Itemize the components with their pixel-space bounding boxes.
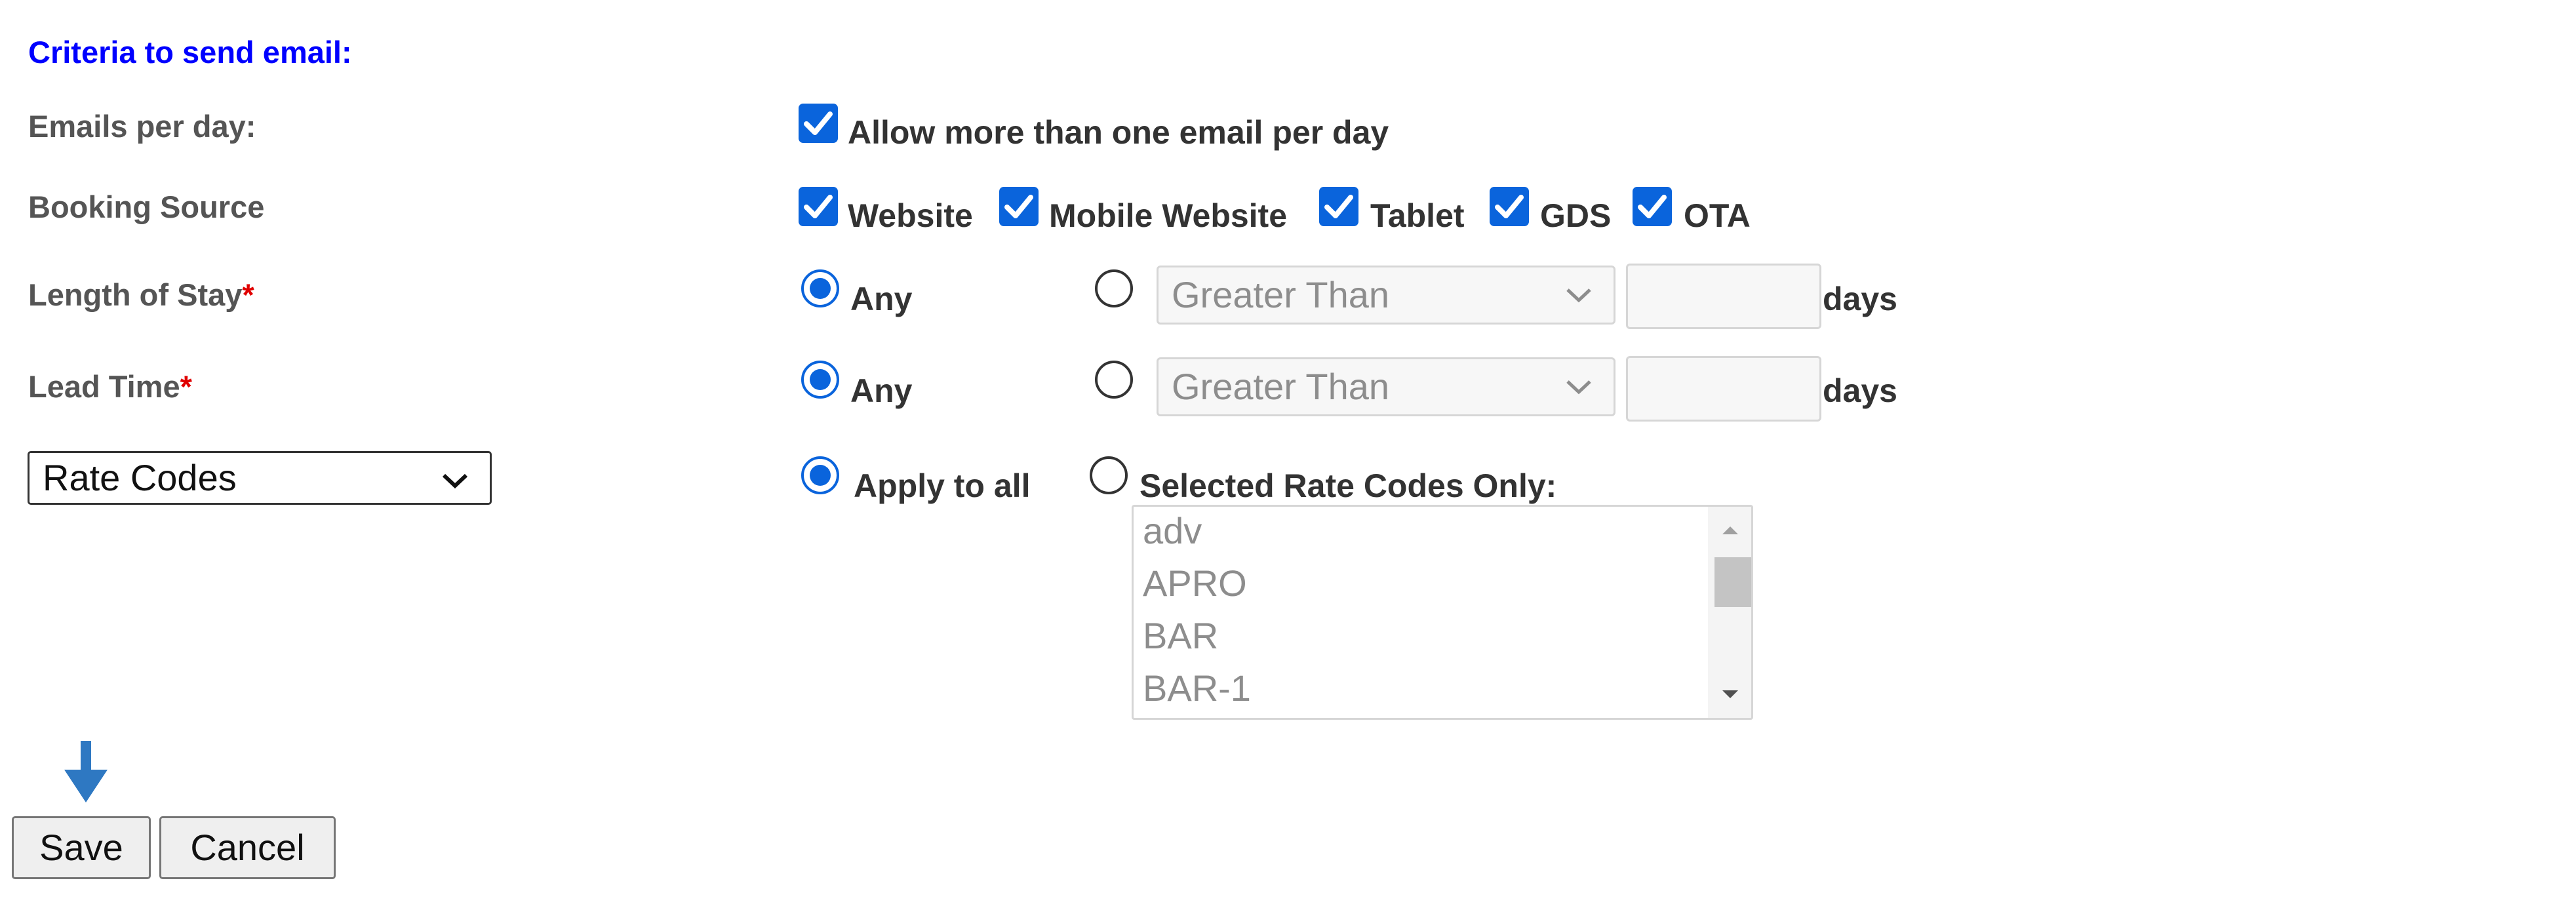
booking-source-ota-label: OTA [1684, 197, 1751, 234]
checkmark-icon [1004, 195, 1033, 218]
listbox-scrollbar[interactable] [1708, 507, 1751, 718]
length-of-stay-unit: days [1823, 281, 1897, 317]
booking-source-mobile-website-label: Mobile Website [1049, 197, 1288, 234]
booking-source-website-checkbox[interactable] [799, 187, 838, 226]
list-item[interactable]: BAR-1 [1143, 662, 1251, 715]
length-of-stay-text: Length of Stay [28, 277, 243, 312]
rate-codes-select-value: Rate Codes [43, 457, 237, 498]
cancel-button[interactable]: Cancel [159, 816, 336, 879]
list-item[interactable]: APRO [1143, 557, 1247, 610]
scroll-down-icon[interactable] [1720, 688, 1741, 701]
booking-source-tablet-checkbox[interactable] [1319, 187, 1358, 226]
lead-time-any-label: Any [850, 372, 913, 409]
checkmark-icon [1324, 195, 1353, 218]
emails-per-day-label: Emails per day: [28, 109, 256, 144]
rate-codes-selected-only-label: Selected Rate Codes Only: [1139, 467, 1557, 504]
scroll-up-icon[interactable] [1720, 524, 1741, 537]
checkmark-icon [1638, 195, 1667, 218]
length-of-stay-days-input[interactable] [1626, 264, 1821, 329]
lead-time-comparison-select[interactable]: Greater Than [1157, 357, 1615, 416]
rate-codes-selected-only-radio[interactable] [1090, 456, 1128, 494]
length-of-stay-compare-radio[interactable] [1095, 269, 1133, 307]
rate-codes-listbox[interactable]: adv APRO BAR BAR-1 [1132, 505, 1753, 720]
save-button[interactable]: Save [12, 816, 151, 879]
lead-time-comparison-value: Greater Than [1172, 366, 1390, 407]
rate-codes-apply-all-radio[interactable] [801, 456, 839, 494]
chevron-down-icon [442, 473, 468, 489]
length-of-stay-comparison-value: Greater Than [1172, 274, 1390, 315]
length-of-stay-comparison-select[interactable]: Greater Than [1157, 266, 1615, 325]
list-item[interactable]: adv [1143, 507, 1202, 557]
chevron-down-icon [1566, 380, 1591, 395]
lead-time-any-radio[interactable] [801, 361, 839, 399]
rate-codes-apply-all-label: Apply to all [854, 467, 1031, 504]
booking-source-gds-checkbox[interactable] [1490, 187, 1529, 226]
arrow-down-icon [64, 741, 108, 802]
length-of-stay-any-radio[interactable] [801, 269, 839, 307]
chevron-down-icon [1566, 288, 1591, 303]
booking-source-tablet-label: Tablet [1370, 197, 1465, 234]
allow-multiple-emails-label: Allow more than one email per day [848, 114, 1389, 151]
section-title: Criteria to send email: [28, 35, 352, 69]
booking-source-website-label: Website [848, 197, 973, 234]
lead-time-days-input[interactable] [1626, 356, 1821, 422]
booking-source-label: Booking Source [28, 189, 265, 224]
lead-time-label: Lead Time* [28, 368, 192, 405]
rate-codes-select[interactable]: Rate Codes [28, 451, 492, 505]
lead-time-compare-radio[interactable] [1095, 361, 1133, 399]
lead-time-unit: days [1823, 372, 1897, 409]
required-mark: * [180, 369, 192, 404]
required-mark: * [242, 277, 254, 312]
lead-time-text: Lead Time [28, 369, 180, 404]
checkmark-icon [804, 195, 833, 218]
booking-source-ota-checkbox[interactable] [1633, 187, 1672, 226]
length-of-stay-any-label: Any [850, 281, 913, 317]
length-of-stay-label: Length of Stay* [28, 277, 254, 313]
booking-source-mobile-website-checkbox[interactable] [999, 187, 1039, 226]
booking-source-gds-label: GDS [1540, 197, 1612, 234]
scrollbar-thumb[interactable] [1714, 557, 1751, 607]
checkmark-icon [1495, 195, 1524, 218]
checkmark-icon [804, 111, 833, 135]
allow-multiple-emails-checkbox[interactable] [799, 104, 838, 143]
list-item[interactable]: BAR [1143, 610, 1218, 662]
